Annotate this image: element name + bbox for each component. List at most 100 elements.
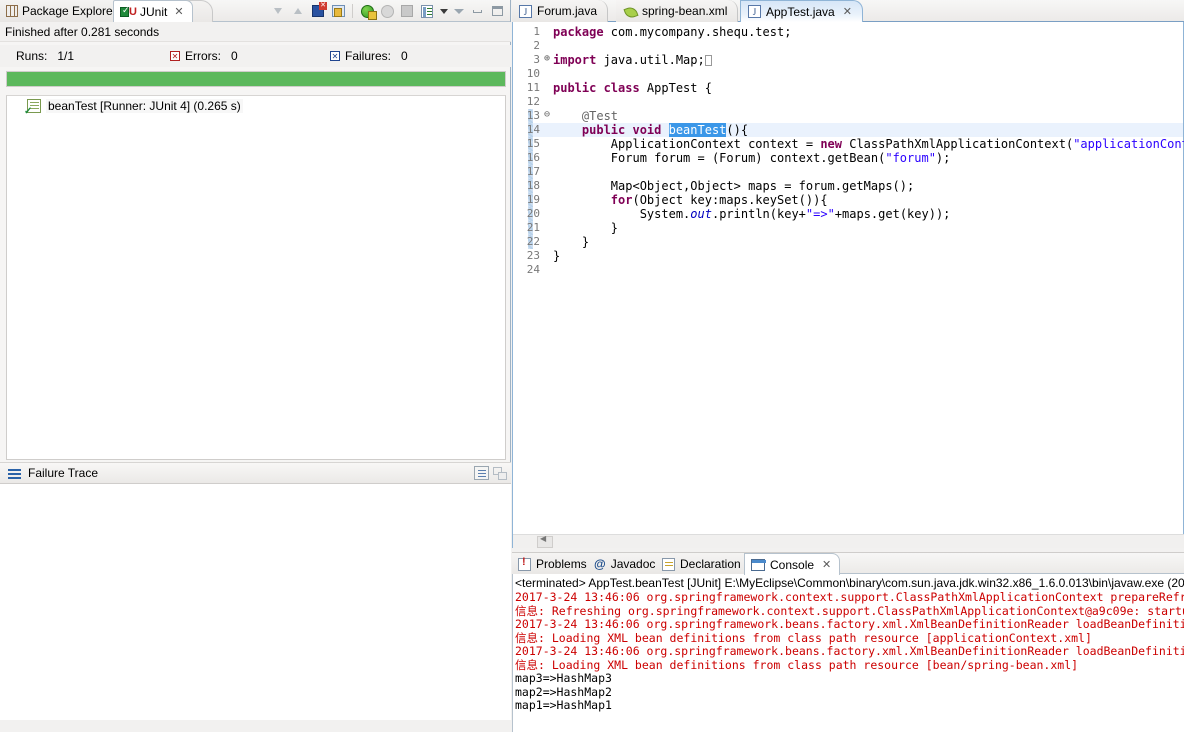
- code-line[interactable]: 1 package com.mycompany.shequ.test;: [513, 25, 1183, 39]
- editor-tab-forum-java[interactable]: J Forum.java: [512, 0, 609, 22]
- code-line[interactable]: 17: [513, 165, 1183, 179]
- tab-console[interactable]: Console ✕: [744, 553, 841, 575]
- line-number: 1: [533, 25, 540, 38]
- compare-result-icon[interactable]: [474, 466, 489, 480]
- junit-test-tree[interactable]: beanTest [Runner: JUnit 4] (0.265 s): [6, 95, 506, 460]
- code-text: for(Object key:maps.keySet()){: [553, 193, 828, 207]
- code-token: ApplicationContext context =: [553, 137, 821, 151]
- rerun-test-icon[interactable]: [358, 2, 377, 20]
- code-token: ClassPathXmlApplicationContext(: [849, 137, 1074, 151]
- editor-code-lines[interactable]: 1 package com.mycompany.shequ.test; 2 3 ⊕ imp…: [513, 25, 1184, 277]
- minimize-icon[interactable]: [468, 2, 486, 20]
- failures-value: 0: [401, 49, 408, 63]
- view-tab-junit[interactable]: U JUnit ✕: [113, 0, 193, 22]
- console-terminated-line: <terminated> AppTest.beanTest [JUnit] E:…: [515, 576, 1184, 590]
- code-token: .println(key+: [711, 207, 806, 221]
- console-line: 2017-3-24 13:46:06 org.springframework.b…: [515, 617, 1184, 631]
- tab-javadoc[interactable]: @ Javadoc: [588, 553, 665, 575]
- next-failure-icon[interactable]: [269, 2, 287, 20]
- code-line[interactable]: 24: [513, 263, 1183, 277]
- console-tabbar: Problems @ Javadoc Declaration Console ✕: [512, 552, 1184, 575]
- editor-area: J Forum.java spring-bean.xml J AppTest.j…: [512, 0, 1184, 732]
- line-number: 23: [526, 249, 540, 262]
- java-file-icon: J: [748, 5, 761, 18]
- editor-horizontal-scrollbar[interactable]: [513, 534, 1184, 548]
- view-menu-icon[interactable]: [452, 2, 466, 20]
- code-text: }: [553, 235, 589, 249]
- rerun-failed-icon[interactable]: [378, 2, 396, 20]
- editor-tab-label: Forum.java: [537, 4, 598, 18]
- code-line[interactable]: 3 ⊕ import java.util.Map;: [513, 53, 1183, 67]
- lock-scroll-icon[interactable]: [329, 2, 347, 20]
- line-number: 22: [526, 235, 540, 248]
- tab-problems[interactable]: Problems: [512, 553, 596, 575]
- code-line[interactable]: 23}: [513, 249, 1183, 263]
- fold-toggle-icon[interactable]: ⊖: [542, 109, 552, 123]
- code-token: AppTest {: [646, 81, 712, 95]
- close-icon[interactable]: ✕: [822, 558, 831, 571]
- errors-counter: ✕ Errors: 0: [170, 49, 238, 63]
- code-line[interactable]: 13 ⊖ @Test: [513, 109, 1183, 123]
- failures-counter: ✕ Failures: 0: [330, 49, 408, 63]
- code-text: import java.util.Map;: [553, 53, 712, 67]
- editor-tab-label: AppTest.java: [766, 4, 835, 19]
- editor-tab-apptest-java[interactable]: J AppTest.java ✕: [740, 0, 863, 22]
- stack-trace-filter-icon[interactable]: [493, 466, 507, 480]
- code-line[interactable]: 11 public class AppTest {: [513, 81, 1183, 95]
- code-line[interactable]: 20 System.out.println(key+"=>"+maps.get(…: [513, 207, 1183, 221]
- failure-trace-body[interactable]: [0, 484, 511, 732]
- code-line[interactable]: 18 Map<Object,Object> maps = forum.getMa…: [513, 179, 1183, 193]
- code-line[interactable]: 21 }: [513, 221, 1183, 235]
- line-number: 21: [526, 221, 540, 234]
- left-pane-bottom-strip: [0, 720, 511, 732]
- code-line[interactable]: 15 ApplicationContext context = new Clas…: [513, 137, 1184, 151]
- xml-file-icon: [623, 5, 637, 18]
- code-line[interactable]: 14 public void beanTest(){: [513, 123, 1183, 137]
- junit-view-tabbar: Package Explorer U JUnit ✕ ✕: [0, 0, 510, 22]
- hamburger-icon: [8, 468, 21, 479]
- code-text: package com.mycompany.shequ.test;: [553, 25, 791, 39]
- console-output[interactable]: <terminated> AppTest.beanTest [JUnit] E:…: [512, 574, 1184, 732]
- line-number: 20: [526, 207, 540, 220]
- chevron-down-icon[interactable]: [438, 2, 450, 20]
- scrollbar-thumb[interactable]: [537, 534, 553, 548]
- code-text: Map<Object,Object> maps = forum.getMaps(…: [553, 179, 914, 193]
- line-number: 19: [526, 193, 540, 206]
- junit-view-pane: Package Explorer U JUnit ✕ ✕: [0, 0, 511, 732]
- line-number: 11: [526, 81, 540, 94]
- previous-failure-icon[interactable]: [289, 2, 307, 20]
- console-tab-label: Javadoc: [610, 557, 656, 571]
- editor-tabbar: J Forum.java spring-bean.xml J AppTest.j…: [512, 0, 1184, 22]
- view-tab-package-explorer[interactable]: Package Explorer: [0, 0, 126, 22]
- view-tab-label: JUnit: [140, 4, 168, 19]
- code-token: import: [553, 53, 604, 67]
- junit-icon: U: [120, 5, 137, 19]
- fold-toggle-icon[interactable]: ⊕: [542, 53, 552, 67]
- view-tab-label: Package Explorer: [22, 4, 117, 18]
- code-line[interactable]: 10: [513, 67, 1183, 81]
- console-line: 2017-3-24 13:46:06 org.springframework.c…: [515, 590, 1184, 604]
- code-line[interactable]: 12: [513, 95, 1183, 109]
- code-text: ApplicationContext context = new ClassPa…: [553, 137, 1184, 151]
- test-run-history-icon[interactable]: [418, 2, 436, 20]
- code-line[interactable]: 2: [513, 39, 1183, 53]
- code-line[interactable]: 19 for(Object key:maps.keySet()){: [513, 193, 1183, 207]
- code-text: public void beanTest(){: [553, 123, 748, 137]
- code-line[interactable]: 16 Forum forum = (Forum) context.getBean…: [513, 151, 1183, 165]
- eclipse-workbench: Package Explorer U JUnit ✕ ✕: [0, 0, 1184, 732]
- list-item[interactable]: beanTest [Runner: JUnit 4] (0.265 s): [7, 96, 505, 117]
- code-editor[interactable]: 1 package com.mycompany.shequ.test; 2 3 ⊕ imp…: [512, 22, 1184, 548]
- tab-declaration[interactable]: Declaration: [656, 553, 750, 575]
- console-tab-label: Console: [770, 557, 815, 572]
- code-line[interactable]: 22 }: [513, 235, 1183, 249]
- close-icon[interactable]: ✕: [174, 5, 183, 18]
- stop-icon[interactable]: [398, 2, 416, 20]
- maximize-icon[interactable]: [488, 2, 506, 20]
- declaration-icon: [662, 557, 675, 571]
- line-number: 12: [526, 95, 540, 108]
- show-failures-only-icon[interactable]: ✕: [309, 2, 327, 20]
- close-icon[interactable]: ✕: [843, 5, 852, 18]
- line-number: 14: [526, 123, 540, 136]
- editor-tab-spring-bean-xml[interactable]: spring-bean.xml: [616, 0, 739, 22]
